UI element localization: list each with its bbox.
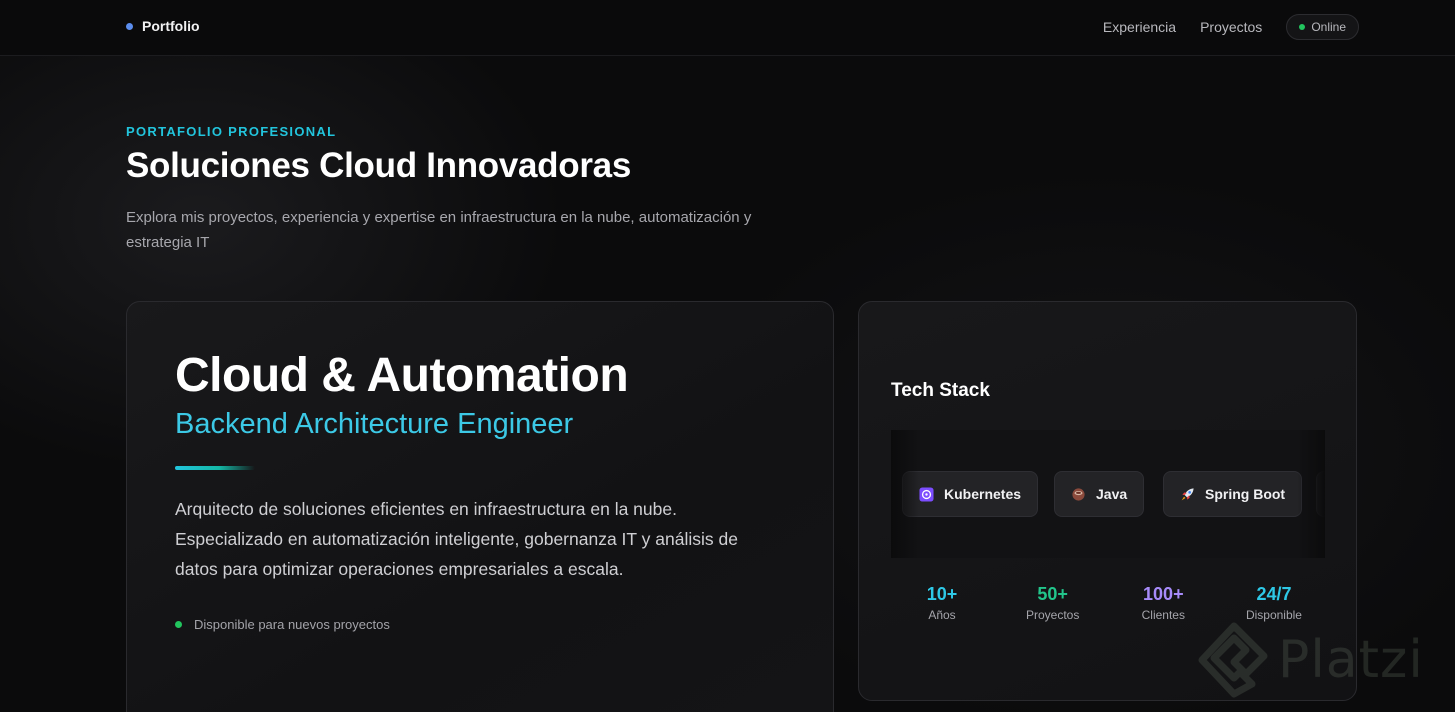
tech-chip-label: Java [1096,486,1128,502]
tech-carousel[interactable]: Kubernetes Java Spring Boot [891,430,1325,558]
top-navbar: Portfolio Experiencia Proyectos Online [0,0,1455,56]
profile-card: Cloud & Automation Backend Architecture … [126,301,834,712]
platzi-logo-icon [1198,622,1268,698]
nav-link-experiencia[interactable]: Experiencia [1103,19,1176,35]
stat-label: Proyectos [1025,608,1080,622]
accent-divider [175,466,255,470]
tech-chip-spring-boot[interactable]: Spring Boot [1163,471,1303,517]
stat-label: Clientes [1141,608,1185,622]
coffee-icon [1072,487,1085,501]
tech-stack-title: Tech Stack [891,380,990,401]
availability-label: Disponible para nuevos proyectos [194,617,390,632]
profile-role: Backend Architecture Engineer [175,408,574,440]
stat-projects: 50+ Proyectos [1002,584,1104,622]
nav-links: Experiencia Proyectos Online [1103,14,1359,40]
platzi-watermark: Platzi [1198,622,1424,698]
profile-description: Arquitecto de soluciones eficientes en i… [175,499,738,579]
tech-chip-label: Kubernetes [944,486,1022,502]
rocket-icon [1181,487,1194,500]
stat-value: 24/7 [1256,584,1292,604]
nav-link-proyectos[interactable]: Proyectos [1200,19,1262,35]
tech-chip-partial[interactable] [1316,471,1325,517]
page-title: Soluciones Cloud Innovadoras [126,146,631,185]
status-badge: Online [1286,14,1359,40]
availability-dot-icon [175,621,182,628]
stat-value: 10+ [926,584,958,604]
stats-row: 10+ Años 50+ Proyectos 100+ Clientes 24/… [891,584,1325,622]
stat-availability: 24/7 Disponible [1223,584,1325,622]
profile-title: Cloud & Automation [175,349,629,402]
status-label: Online [1311,20,1346,34]
availability-status: Disponible para nuevos proyectos [175,617,390,632]
tech-chip-kubernetes[interactable]: Kubernetes [902,471,1039,517]
stat-label: Disponible [1245,608,1302,622]
status-dot-icon [1299,24,1306,30]
brand-label: Portfolio [142,18,200,34]
brand[interactable]: Portfolio [126,18,200,34]
tech-chip-label: Spring Boot [1205,486,1286,502]
stat-years: 10+ Años [891,584,993,622]
brand-dot-icon [126,22,133,30]
stat-value: 50+ [1037,584,1068,604]
stat-value: 100+ [1143,584,1184,604]
hero-subtitle: Explora mis proyectos, experiencia y exp… [126,209,752,251]
kubernetes-icon [919,486,934,502]
stat-clients: 100+ Clientes [1112,584,1214,622]
hero-eyebrow: PORTAFOLIO PROFESIONAL [126,124,337,139]
stat-label: Años [928,608,956,622]
tech-chip-java[interactable]: Java [1054,471,1145,517]
watermark-text: Platzi [1278,630,1424,690]
